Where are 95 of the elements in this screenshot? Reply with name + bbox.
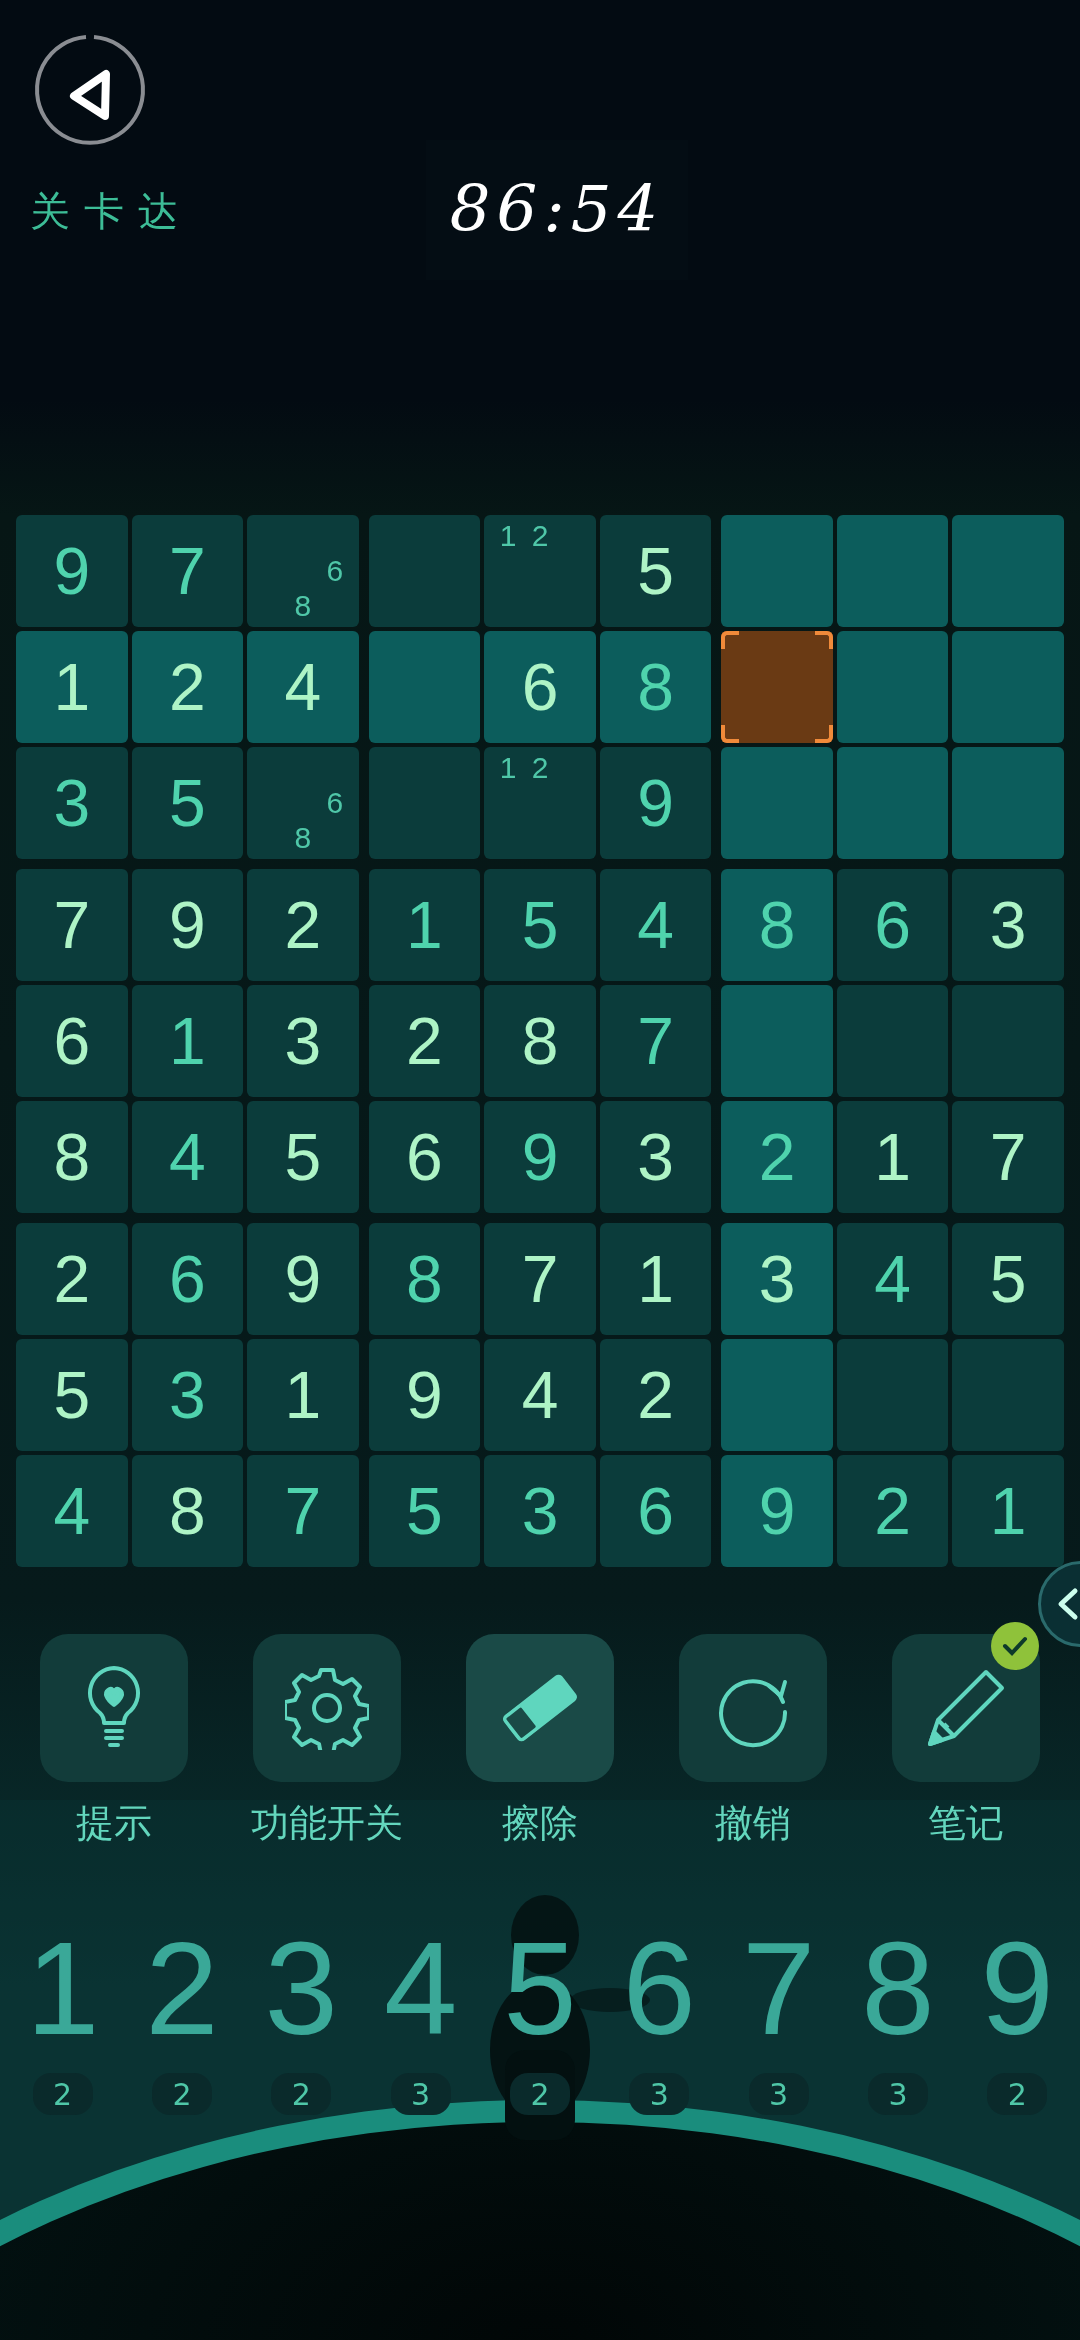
number-cell[interactable]: 5 [16, 1339, 128, 1451]
number-cell[interactable]: 9 [131, 869, 244, 981]
notes-cell[interactable]: 6 8 [247, 747, 359, 859]
number-cell[interactable]: 4 [247, 631, 359, 743]
note-digit: 1 [498, 519, 518, 554]
number-cell[interactable]: 3 [16, 747, 128, 859]
digit-key[interactable]: 9 [980, 1919, 1055, 2059]
number-cell[interactable]: 9 [599, 747, 712, 859]
number-cell[interactable]: 3 [131, 1339, 244, 1451]
number-cell[interactable]: 7 [16, 869, 128, 981]
number-cell[interactable]: 2 [247, 869, 359, 981]
remaining-count: 2 [510, 2073, 570, 2115]
number-cell[interactable]: 3 [721, 1223, 833, 1335]
digit-key[interactable]: 4 [383, 1919, 458, 2059]
number-cell[interactable]: 1 [16, 631, 128, 743]
remaining-count: 2 [271, 2073, 332, 2115]
number-cell[interactable]: 4 [484, 1339, 596, 1451]
number-cell[interactable]: 6 [836, 869, 949, 981]
notes-cell[interactable]: 1 2 [484, 747, 596, 859]
number-cell[interactable]: 7 [952, 1101, 1064, 1213]
number-cell[interactable]: 5 [484, 869, 596, 981]
number-cell[interactable]: 4 [599, 869, 712, 981]
number-cell[interactable]: 8 [484, 985, 596, 1097]
remaining-count: 3 [748, 2073, 809, 2115]
number-cell[interactable]: 5 [599, 515, 712, 627]
number-cell[interactable]: 1 [247, 1339, 359, 1451]
number-cell[interactable]: 9 [247, 1223, 359, 1335]
note-digit: 2 [530, 519, 550, 554]
number-cell[interactable]: 7 [599, 985, 712, 1097]
digit-key[interactable]: 8 [861, 1919, 935, 2059]
tool-label: 撤销 [715, 1800, 792, 1847]
remaining-count: 3 [629, 2073, 690, 2115]
number-cell[interactable]: 2 [836, 1455, 949, 1567]
remaining-count: 2 [32, 2073, 93, 2115]
number-cell[interactable]: 3 [599, 1101, 712, 1213]
number-cell[interactable]: 1 [599, 1223, 712, 1335]
number-cell[interactable]: 5 [368, 1455, 481, 1567]
note-digit: 1 [498, 751, 518, 786]
note-digit: 6 [325, 785, 345, 821]
digit-key[interactable]: 2 [145, 1919, 219, 2059]
note-digit: 2 [530, 751, 550, 786]
number-cell[interactable]: 1 [368, 869, 481, 981]
number-cell[interactable]: 4 [16, 1455, 128, 1567]
number-cell[interactable]: 6 [16, 985, 128, 1097]
tool-label: 功能开关 [250, 1800, 403, 1847]
number-cell[interactable]: 6 [368, 1101, 481, 1213]
number-cell[interactable]: 3 [247, 985, 359, 1097]
remaining-count: 2 [987, 2073, 1048, 2115]
number-cell[interactable]: 8 [599, 631, 712, 743]
number-cell[interactable]: 5 [952, 1223, 1064, 1335]
digit-key[interactable]: 5 [503, 1919, 577, 2059]
number-cell[interactable]: 9 [721, 1455, 833, 1567]
notes-cell[interactable]: 6 8 [247, 515, 359, 627]
tool-label: 提示 [75, 1800, 152, 1847]
number-cell[interactable]: 4 [836, 1223, 949, 1335]
number-cell[interactable]: 6 [599, 1455, 712, 1567]
number-cell[interactable]: 3 [952, 869, 1064, 981]
number-cell[interactable]: 4 [131, 1101, 244, 1213]
digit-key[interactable]: 7 [741, 1919, 816, 2059]
remaining-count: 3 [390, 2073, 451, 2115]
note-digit: 8 [293, 588, 313, 623]
number-cell[interactable]: 6 [484, 631, 596, 743]
number-cell[interactable]: 1 [952, 1455, 1064, 1567]
notes-cell[interactable]: 1 2 [484, 515, 596, 627]
number-cell[interactable]: 1 [836, 1101, 949, 1213]
number-cell[interactable]: 8 [16, 1101, 128, 1213]
number-cell[interactable]: 9 [16, 515, 128, 627]
number-cell[interactable]: 1 [131, 985, 244, 1097]
note-digit: 6 [325, 553, 345, 589]
digit-key[interactable]: 1 [25, 1919, 100, 2059]
digit-key[interactable]: 3 [264, 1919, 339, 2059]
note-digit: 8 [293, 820, 313, 855]
number-cell[interactable]: 3 [484, 1455, 596, 1567]
number-cell[interactable]: 2 [368, 985, 481, 1097]
tool-label: 笔记 [928, 1800, 1005, 1847]
number-cell[interactable]: 2 [131, 631, 244, 743]
number-cell[interactable]: 7 [484, 1223, 596, 1335]
number-cell[interactable]: 2 [16, 1223, 128, 1335]
tool-label: 擦除 [502, 1800, 578, 1847]
number-cell[interactable]: 5 [131, 747, 244, 859]
remaining-count: 3 [868, 2073, 928, 2115]
level-label: 关卡达 [30, 187, 192, 236]
number-cell[interactable]: 2 [599, 1339, 712, 1451]
number-cell[interactable]: 9 [368, 1339, 481, 1451]
number-cell[interactable]: 8 [721, 869, 833, 981]
number-cell[interactable]: 8 [368, 1223, 481, 1335]
number-cell[interactable]: 2 [721, 1101, 833, 1213]
remaining-count: 2 [152, 2073, 212, 2115]
number-cell[interactable]: 7 [247, 1455, 359, 1567]
number-cell[interactable]: 6 [131, 1223, 244, 1335]
number-cell[interactable]: 9 [484, 1101, 596, 1213]
number-cell[interactable]: 8 [131, 1455, 244, 1567]
number-cell[interactable]: 5 [247, 1101, 359, 1213]
digit-key[interactable]: 6 [622, 1919, 697, 2059]
number-cell[interactable]: 7 [131, 515, 244, 627]
